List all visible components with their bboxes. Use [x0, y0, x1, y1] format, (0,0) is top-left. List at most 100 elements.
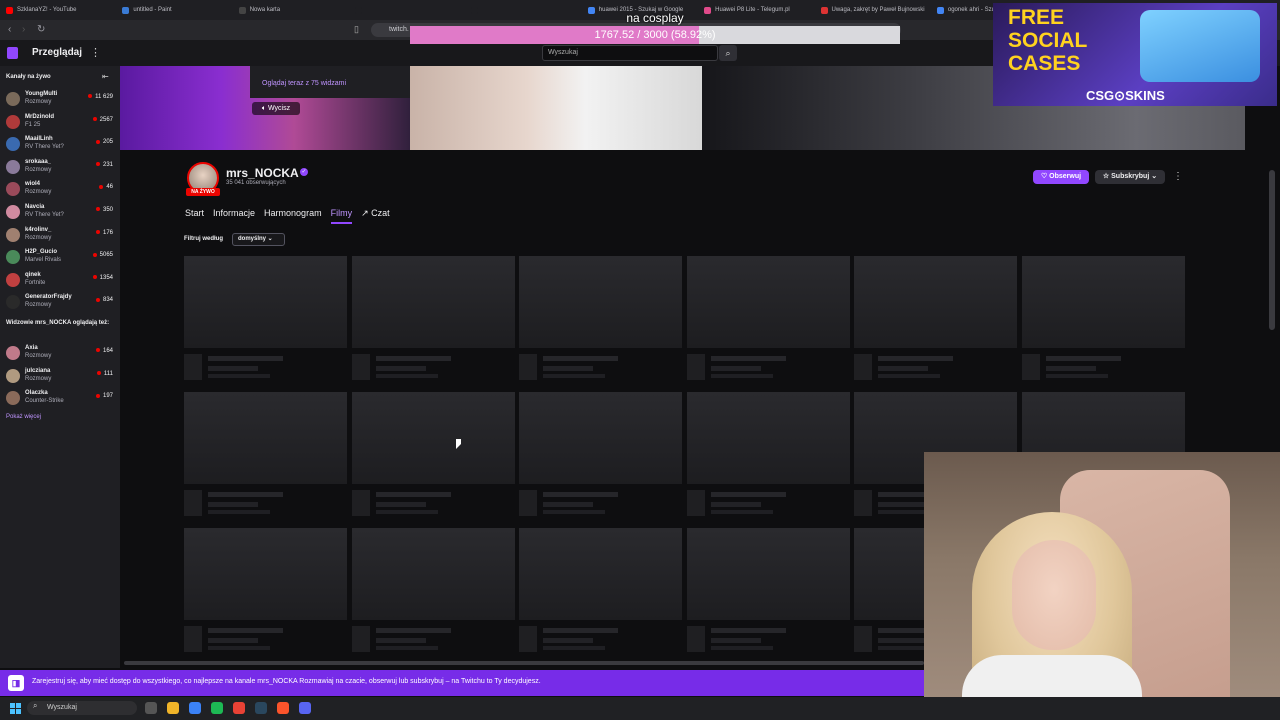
channel-more-icon[interactable]: ⋮: [1173, 171, 1183, 182]
video-card-placeholder[interactable]: [519, 392, 682, 520]
browser-tab[interactable]: Huawei P8 Lite - Telegum.pl: [698, 0, 814, 20]
donation-goal-bar: 1767.52 / 3000 (58.92%): [410, 26, 900, 44]
title-placeholder: [710, 492, 786, 497]
channel-name: k4rolinv_: [25, 226, 52, 233]
tab-harmonogram[interactable]: Harmonogram: [264, 208, 322, 224]
video-card-placeholder[interactable]: [351, 256, 515, 384]
back-icon[interactable]: ‹: [8, 24, 11, 35]
store-icon[interactable]: [189, 702, 201, 714]
horizontal-scrollbar[interactable]: [124, 661, 924, 665]
sidebar-channel[interactable]: YoungMulti Rozmowy 11 629: [0, 89, 120, 111]
video-card-placeholder[interactable]: [519, 528, 682, 656]
video-card-placeholder[interactable]: [1021, 256, 1185, 384]
video-card-placeholder[interactable]: [686, 528, 850, 656]
avatar: [6, 272, 20, 287]
follow-button[interactable]: ♡ Obserwuj: [1033, 170, 1089, 184]
tab-informacje[interactable]: Informacje: [213, 208, 255, 224]
live-badge: NA ŻYWO: [186, 188, 220, 196]
subscribe-button[interactable]: ☆ Subskrybuj ⌄: [1095, 170, 1165, 184]
search-icon[interactable]: ⌕: [719, 45, 737, 61]
meta-placeholder: [543, 638, 593, 643]
viewer-count: 350: [95, 207, 113, 213]
sidebar-channel[interactable]: H2P_Gucio Marvel Rivals 5065: [0, 247, 120, 269]
spotify-icon[interactable]: [211, 702, 223, 714]
avatar: [6, 114, 20, 129]
browser-tab[interactable]: untitled - Paint: [116, 0, 232, 20]
sidebar-channel[interactable]: Axia Rozmowy 164: [0, 343, 120, 365]
thumbnail-placeholder: [854, 256, 1017, 348]
meta-placeholder: [1045, 374, 1108, 378]
tab-favicon-icon: [820, 6, 828, 14]
video-card-placeholder[interactable]: [351, 528, 515, 656]
meta-placeholder: [878, 366, 928, 371]
sidebar-channel[interactable]: GeneratorFrajdy Rozmowy 834: [0, 292, 120, 314]
channel-name: qinek: [25, 271, 41, 278]
steam-icon[interactable]: [255, 702, 267, 714]
tab--czat[interactable]: ↗ Czat: [361, 208, 390, 224]
channel-name: mrs_NOCKA: [226, 166, 299, 180]
task-view-icon[interactable]: [145, 702, 157, 714]
video-card-placeholder[interactable]: [184, 528, 347, 656]
viewer-count: 205: [95, 139, 113, 145]
video-card-placeholder[interactable]: [351, 392, 515, 520]
browser-tab[interactable]: [465, 0, 581, 20]
browse-link[interactable]: Przeglądaj: [32, 47, 82, 58]
browser-tab[interactable]: Nowa karta: [233, 0, 349, 20]
tab-filmy[interactable]: Filmy: [330, 208, 353, 224]
files-icon[interactable]: [167, 702, 179, 714]
video-card-placeholder[interactable]: [184, 392, 347, 520]
sidebar-channel[interactable]: Navcia RV There Yet? 350: [0, 202, 120, 224]
filter-select[interactable]: domyślny ⌄: [232, 233, 285, 246]
avatar: [6, 205, 20, 219]
video-card-placeholder[interactable]: [184, 256, 347, 384]
video-card-placeholder[interactable]: [686, 392, 850, 520]
reload-icon[interactable]: ↻: [37, 24, 45, 35]
avatar-placeholder: [184, 626, 202, 652]
browser-tab[interactable]: SzklanaYZ! - YouTube: [0, 0, 116, 20]
collapse-sidebar-icon[interactable]: ⇤: [102, 72, 109, 81]
brave-icon[interactable]: [277, 702, 289, 714]
sidebar-channel[interactable]: wiol4 Rozmowy 46: [0, 179, 120, 201]
tab-start[interactable]: Start: [185, 208, 204, 224]
live-dot-icon: [95, 230, 100, 235]
mute-button[interactable]: 🔈︎ Wycisz: [252, 102, 300, 115]
viewer-count-value: 2567: [99, 116, 113, 123]
viewer-count-value: 176: [102, 229, 113, 236]
thumbnail-placeholder: [1021, 256, 1185, 348]
chrome-icon[interactable]: [233, 702, 245, 714]
windows-start-icon[interactable]: [10, 703, 21, 714]
sidebar-channel[interactable]: Olaczka Counter-Strike 197: [0, 388, 120, 410]
discord-icon[interactable]: [299, 702, 311, 714]
more-menu-icon[interactable]: ⋮: [90, 46, 101, 59]
vertical-scrollbar[interactable]: [1269, 170, 1275, 330]
browser-tab[interactable]: Uwaga, zakręt by Paweł Bujnowski: [815, 0, 931, 20]
sidebar-channel[interactable]: qinek Fortnite 1354: [0, 270, 120, 292]
browser-tab[interactable]: [349, 0, 465, 20]
sidebar-channel[interactable]: srokaaa_ Rozmowy 231: [0, 157, 120, 179]
sidebar-channel[interactable]: MrDzinold F1 25 2567: [0, 112, 120, 134]
sidebar-channel[interactable]: julcziana Rozmowy 111: [0, 366, 120, 388]
live-dot-icon: [88, 94, 93, 99]
show-more-link[interactable]: Pokaż więcej: [6, 414, 41, 420]
search-input[interactable]: Wyszukaj: [542, 45, 718, 61]
avatar-placeholder: [519, 354, 537, 380]
channel-name: MrDzinold: [25, 113, 54, 120]
forward-icon[interactable]: ›: [22, 24, 25, 35]
sidebar-channel[interactable]: k4rolinv_ Rozmowy 176: [0, 225, 120, 247]
mouse-cursor: [456, 439, 461, 449]
tab-label: Nowa karta: [249, 7, 281, 13]
video-card-placeholder[interactable]: [686, 256, 850, 384]
sidebar-channel[interactable]: MaailLinh RV There Yet? 205: [0, 134, 120, 156]
twitch-logo-icon[interactable]: [7, 47, 18, 59]
bookmark-icon[interactable]: ▯: [354, 24, 359, 35]
viewer-count-value: 11 629: [95, 94, 113, 100]
meta-placeholder: [710, 646, 773, 650]
video-card-placeholder[interactable]: [854, 256, 1017, 384]
viewer-count: 111: [96, 371, 113, 377]
channel-category: Marvel Rivals: [25, 257, 62, 264]
taskbar-search-input[interactable]: Wyszukaj: [27, 701, 137, 715]
video-card-placeholder[interactable]: [519, 256, 682, 384]
viewer-count: 176: [95, 229, 113, 236]
viewer-count-value: 834: [102, 297, 113, 304]
watch-now-text[interactable]: Oglądaj teraz z 75 widzami: [250, 66, 410, 98]
